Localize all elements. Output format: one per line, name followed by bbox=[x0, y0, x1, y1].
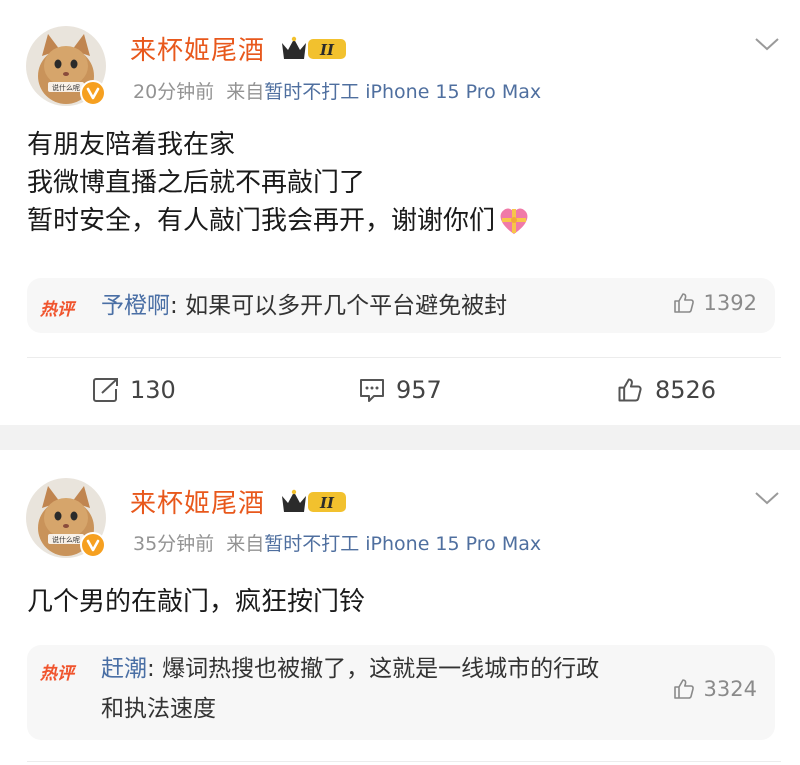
heart-gift-emoji bbox=[497, 206, 531, 236]
source-prefix: 来自 bbox=[226, 533, 265, 555]
author-name[interactable]: 来杯姬尾酒 bbox=[130, 483, 265, 520]
post-line: 有朋友陪着我在家 bbox=[27, 130, 236, 160]
post-line-text: 暂时安全，有人敲门我会再开，谢谢你们 bbox=[27, 206, 496, 236]
like-icon bbox=[618, 378, 642, 402]
repost-icon bbox=[93, 378, 118, 402]
hot-comment-tag: 热评 bbox=[40, 300, 74, 320]
comment-icon bbox=[360, 379, 384, 402]
post-line: 暂时安全，有人敲门我会再开，谢谢你们 bbox=[27, 202, 531, 240]
hot-comment[interactable]: 热评 予橙啊: 如果可以多开几个平台避免被封 1392 bbox=[27, 278, 775, 333]
post-meta: 35分钟前 来自暂时不打工 iPhone 15 Pro Max bbox=[133, 529, 541, 556]
colon: : bbox=[170, 293, 186, 319]
post-line: 几个男的在敲门，疯狂按门铃 bbox=[27, 587, 366, 617]
svg-text:II: II bbox=[319, 494, 335, 512]
post-meta: 20分钟前 来自暂时不打工 iPhone 15 Pro Max bbox=[133, 77, 541, 104]
chevron-down-icon[interactable] bbox=[754, 490, 780, 506]
comment-button[interactable]: 957 bbox=[358, 376, 442, 404]
author-name[interactable]: 来杯姬尾酒 bbox=[130, 30, 265, 67]
chevron-down-icon[interactable] bbox=[754, 36, 780, 52]
post-source[interactable]: 暂时不打工 iPhone 15 Pro Max bbox=[264, 81, 541, 103]
comment-like-count: 1392 bbox=[703, 291, 757, 315]
comment-body: 如果可以多开几个平台避免被封 bbox=[185, 293, 508, 319]
colon: : bbox=[147, 656, 163, 682]
svg-text:说什么呢: 说什么呢 bbox=[52, 535, 80, 544]
commenter-name[interactable]: 赶潮 bbox=[101, 656, 147, 682]
divider bbox=[27, 761, 781, 762]
comment-body: 爆词热搜也被撤了，这就是一线城市的行政和执法速度 bbox=[101, 656, 600, 722]
post-body: 有朋友陪着我在家 我微博直播之后就不再敲门了 暂时安全，有人敲门我会再开，谢谢你… bbox=[27, 126, 531, 240]
svg-text:II: II bbox=[319, 41, 335, 59]
like-button[interactable]: 8526 bbox=[615, 376, 716, 404]
repost-count: 130 bbox=[130, 376, 176, 404]
post-body: 几个男的在敲门，疯狂按门铃 bbox=[27, 583, 365, 621]
hot-comment-text: 赶潮: 爆词热搜也被撤了，这就是一线城市的行政和执法速度 bbox=[101, 649, 621, 729]
post-time: 35分钟前 bbox=[133, 533, 215, 555]
weibo-post: 说什么呢 来杯姬尾酒 II 35分钟前 来自暂时不打工 iPhone 15 Pro… bbox=[0, 450, 800, 765]
verified-icon bbox=[80, 80, 106, 106]
post-line: 我微博直播之后就不再敲门了 bbox=[27, 168, 366, 198]
weibo-post: 说什么呢 来杯姬尾酒 II 20分钟前 来自暂时不打工 iPhone 15 Pro… bbox=[0, 0, 800, 425]
hot-comment-tag: 热评 bbox=[40, 664, 74, 684]
comment-like-button[interactable]: 3324 bbox=[672, 677, 757, 701]
like-icon bbox=[673, 293, 694, 313]
source-prefix: 来自 bbox=[226, 81, 265, 103]
commenter-name[interactable]: 予橙啊 bbox=[101, 293, 170, 319]
comment-count: 957 bbox=[396, 376, 442, 404]
like-icon bbox=[673, 679, 694, 699]
repost-button[interactable]: 130 bbox=[92, 376, 176, 404]
like-count: 8526 bbox=[655, 376, 717, 404]
post-time: 20分钟前 bbox=[133, 81, 215, 103]
svg-text:说什么呢: 说什么呢 bbox=[52, 83, 80, 92]
crown-level-badge-icon[interactable]: II bbox=[278, 33, 350, 63]
hot-comment-text: 予橙啊: 如果可以多开几个平台避免被封 bbox=[101, 286, 507, 326]
feed-separator bbox=[0, 425, 800, 450]
hot-comment[interactable]: 热评 赶潮: 爆词热搜也被撤了，这就是一线城市的行政和执法速度 3324 bbox=[27, 645, 775, 740]
post-source[interactable]: 暂时不打工 iPhone 15 Pro Max bbox=[264, 533, 541, 555]
comment-like-button[interactable]: 1392 bbox=[672, 291, 757, 315]
comment-like-count: 3324 bbox=[703, 677, 757, 701]
crown-level-badge-icon[interactable]: II bbox=[278, 486, 350, 516]
divider bbox=[27, 357, 781, 358]
verified-icon bbox=[80, 532, 106, 558]
